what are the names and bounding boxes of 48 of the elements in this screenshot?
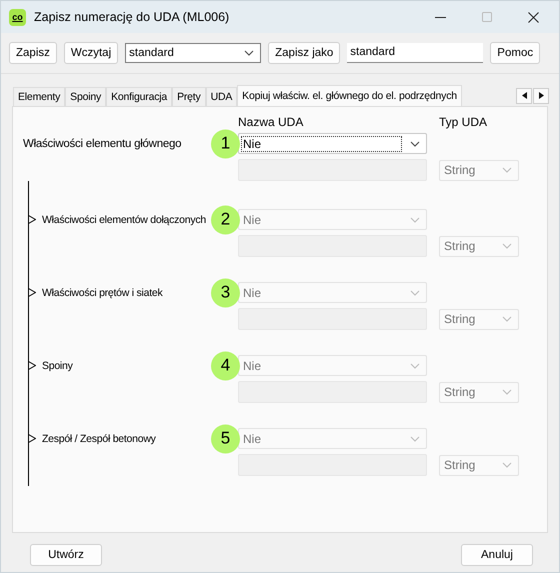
column-header: Nazwa UDA <box>238 115 304 129</box>
left-arrow-icon <box>522 92 526 99</box>
caret-icon <box>410 290 420 296</box>
preset-dropdown[interactable]: standard <box>125 43 262 63</box>
group-label: Spoiny <box>42 360 73 372</box>
uda-name-dropdown[interactable]: Nie <box>238 133 427 154</box>
tab[interactable]: Konfiguracja <box>106 87 172 106</box>
app-icon: co <box>9 8 26 26</box>
number-badge: 4 <box>211 351 240 380</box>
tab[interactable]: UDA <box>206 87 238 106</box>
uda-type-dropdown[interactable]: String <box>439 160 519 180</box>
caret-icon <box>410 362 420 368</box>
cancel-button[interactable]: Anuluj <box>461 544 533 566</box>
minimize-icon[interactable] <box>435 16 446 18</box>
scroll-left-button[interactable] <box>516 88 532 104</box>
help-button[interactable]: Pomoc <box>490 42 540 64</box>
caret-icon <box>410 216 420 222</box>
close-icon[interactable] <box>528 12 539 22</box>
group-label: Właściwości prętów i siatek <box>42 286 162 298</box>
right-arrow-icon <box>538 92 544 99</box>
caret-icon <box>410 140 420 146</box>
number-badge: 3 <box>211 278 240 307</box>
caret-icon <box>502 389 512 395</box>
caret-icon <box>410 436 420 442</box>
group-label: Zespół / Zespół betonowy <box>42 432 156 444</box>
caret-icon <box>502 167 512 173</box>
caret-icon <box>502 316 512 322</box>
tab[interactable]: Elementy <box>13 87 66 106</box>
name-input-field[interactable]: standard <box>347 43 484 63</box>
window-title: Zapisz numerację do UDA (ML006) <box>34 10 230 24</box>
caret-icon <box>502 243 512 249</box>
create-button[interactable]: Utwórz <box>30 544 102 566</box>
scroll-right-button[interactable] <box>533 88 549 104</box>
column-header: Typ UDA <box>439 115 488 129</box>
maximize-icon[interactable] <box>482 12 492 22</box>
caret-icon <box>502 462 512 468</box>
caret-icon <box>244 50 254 56</box>
tab[interactable]: Kopiuj właściw. el. głównego do el. podrzędnych <box>237 85 462 107</box>
number-badge: 1 <box>211 129 240 158</box>
group-label: Właściwości elementów dołączonych <box>42 214 206 226</box>
load-button[interactable]: Wczytaj <box>64 42 118 64</box>
save-button[interactable]: Zapisz <box>9 42 57 64</box>
group-label: Właściwości elementu głównego <box>23 138 182 150</box>
number-badge: 2 <box>211 205 240 234</box>
number-badge: 5 <box>211 424 240 453</box>
tab[interactable]: Pręty <box>172 87 206 106</box>
save-as-button[interactable]: Zapisz jako <box>268 42 340 64</box>
tab[interactable]: Spoiny <box>65 87 106 106</box>
